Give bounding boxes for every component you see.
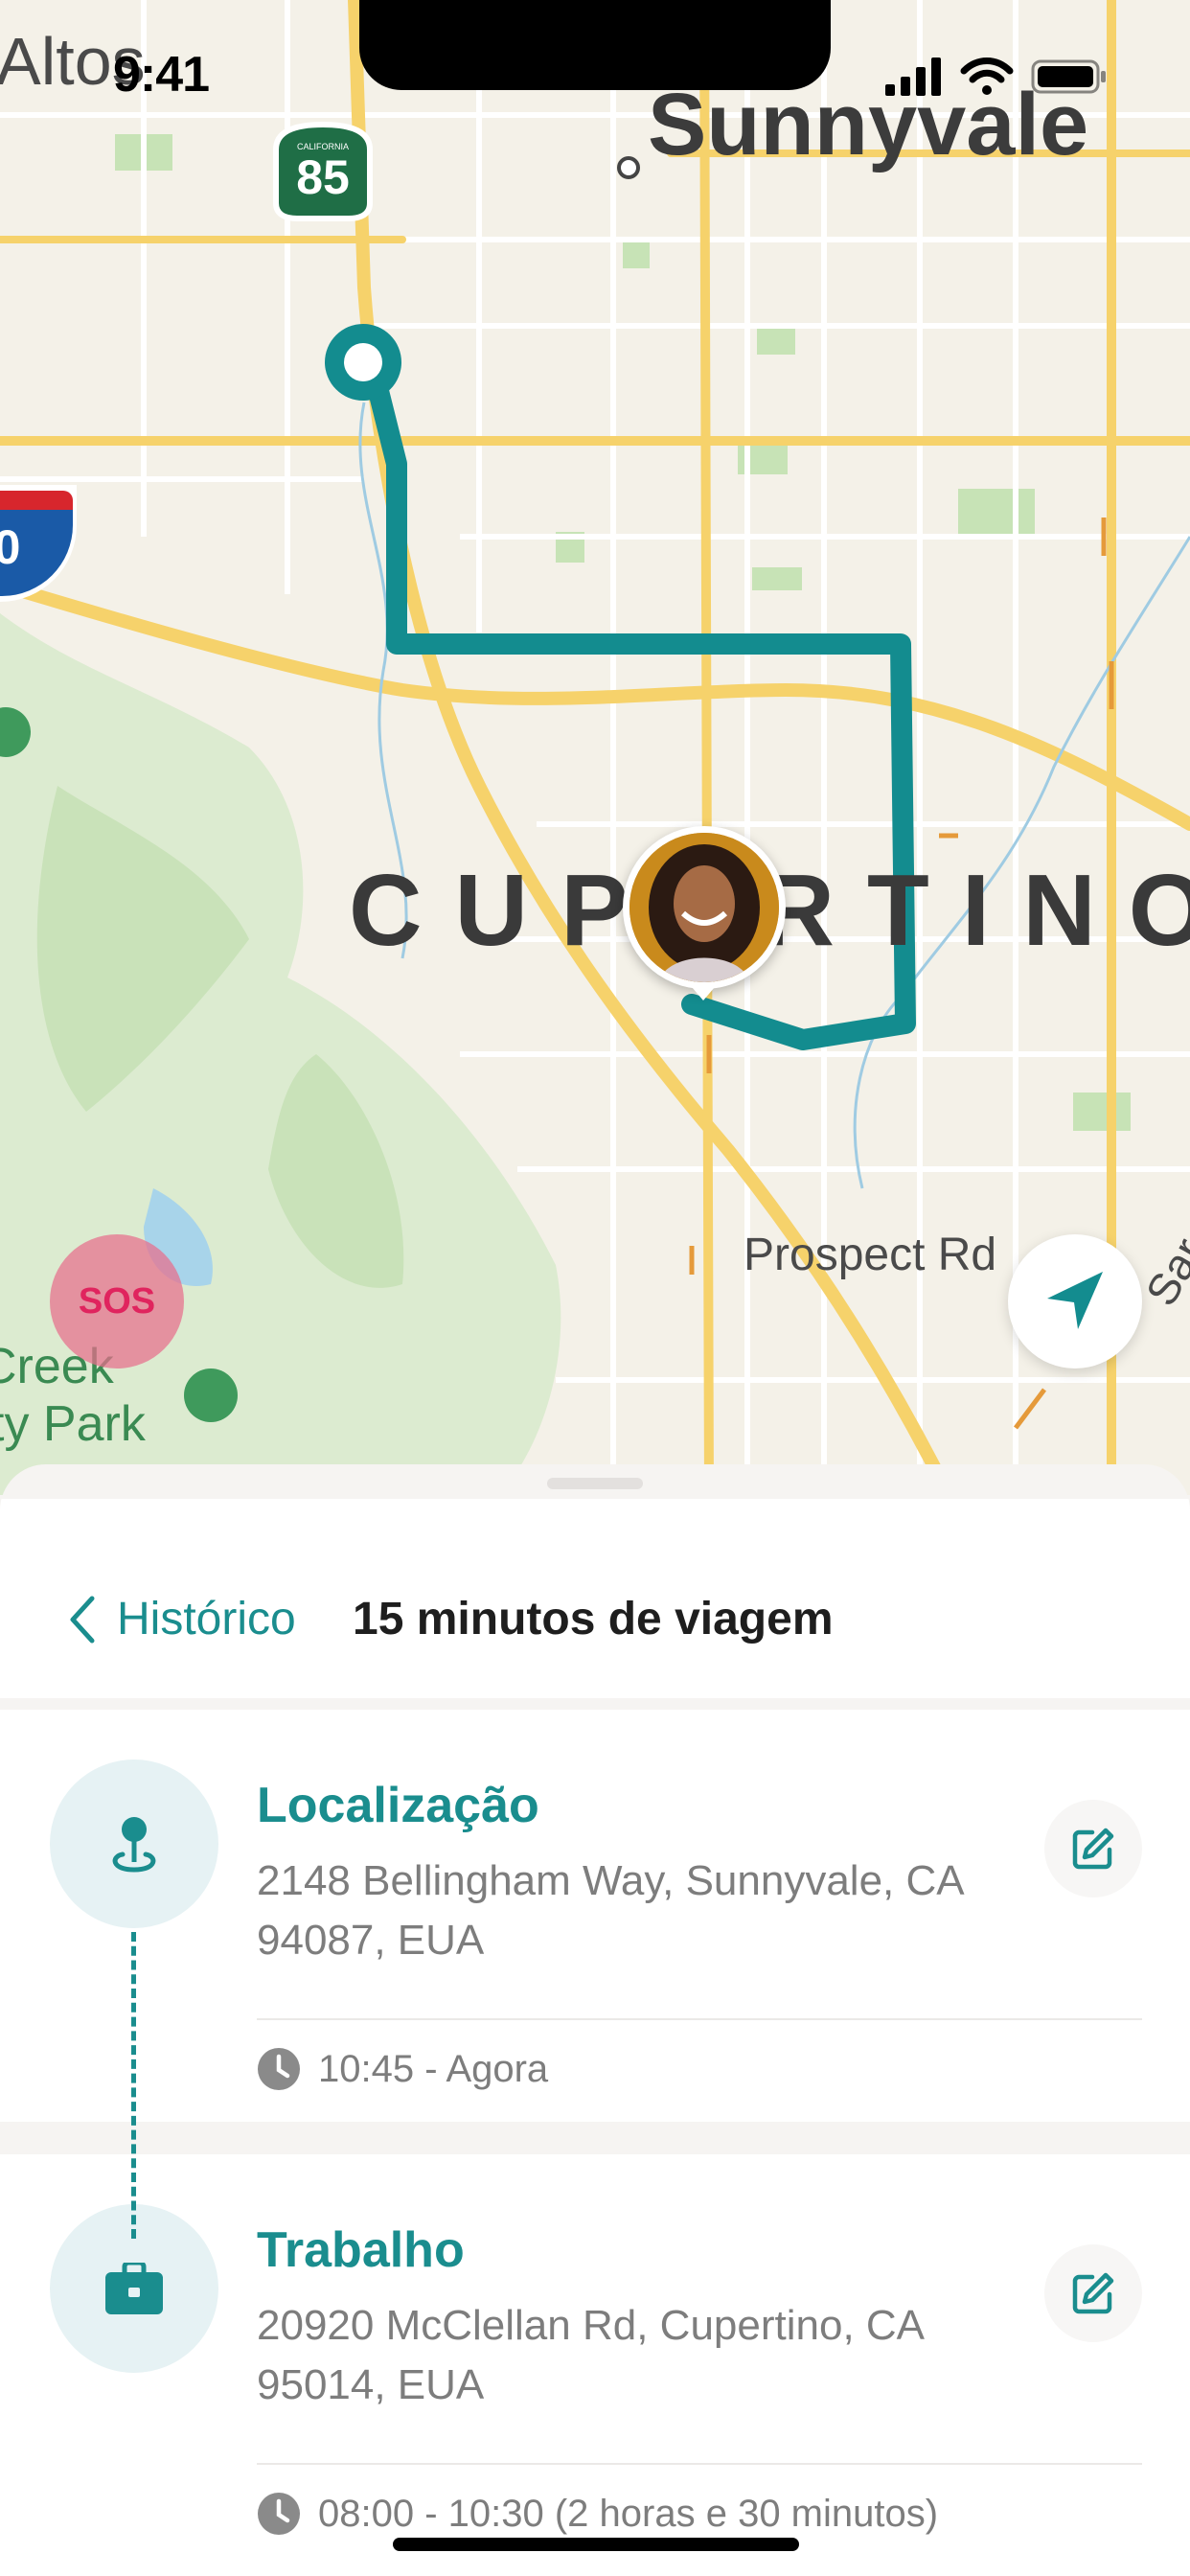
map-label-prospect-rd: Prospect Rd: [744, 1230, 997, 1280]
map-label-park: ty Park: [0, 1396, 146, 1452]
avatar: [629, 833, 779, 982]
battery-icon: [1031, 59, 1106, 94]
clock-icon: [258, 2048, 300, 2090]
chevron-left-icon: [70, 1596, 95, 1643]
status-bar-time: 9:41: [113, 47, 210, 103]
map-view[interactable]: 85 CALIFORNIA 280 Altos Sunnyvale CUPERT…: [0, 0, 1190, 1502]
highway-85-shield-icon: 85 CALIFORNIA: [268, 121, 378, 222]
stop-address: 20920 McClellan Rd, Cupertino, CA 95014,…: [257, 2302, 923, 2408]
stop-card-work[interactable]: Trabalho 20920 McClellan Rd, Cupertino, …: [0, 2154, 1190, 2576]
stop-icon-circle: [50, 1760, 218, 1928]
device-notch: [359, 0, 831, 90]
highway-85-label: CALIFORNIA: [296, 142, 349, 151]
map-canvas: [0, 0, 1190, 1502]
sos-button[interactable]: SOS: [50, 1234, 184, 1368]
stop-time-text: 08:00 - 10:30 (2 horas e 30 minutos): [318, 2492, 939, 2535]
wifi-icon: [960, 58, 1014, 95]
route-connector-line: [131, 1932, 136, 2239]
stop-divider: [257, 2018, 1142, 2020]
highway-85-number: 85: [296, 150, 350, 204]
trip-bottom-sheet: Histórico 15 minutos de viagem Localizaç…: [0, 1464, 1190, 2576]
stop-card-location[interactable]: Localização 2148 Bellingham Way, Sunnyva…: [0, 1710, 1190, 2122]
avatar-pointer-icon: [692, 987, 715, 1000]
stop-title: Trabalho: [257, 2222, 465, 2278]
interstate-280-number: 280: [0, 520, 21, 574]
edit-icon: [1072, 1828, 1114, 1870]
stop-time-text: 10:45 - Agora: [318, 2047, 549, 2090]
stop-time-row: 08:00 - 10:30 (2 horas e 30 minutos): [257, 2492, 938, 2536]
trip-duration-title: 15 minutos de viagem: [353, 1594, 834, 1644]
sheet-grabber[interactable]: [547, 1478, 643, 1489]
briefcase-icon: [105, 2263, 163, 2314]
locate-me-button[interactable]: [1008, 1234, 1142, 1368]
sheet-header: Histórico 15 minutos de viagem: [0, 1499, 1190, 1698]
stop-title: Localização: [257, 1778, 539, 1833]
interstate-280-shield-icon: 280: [0, 485, 80, 602]
cellular-signal-icon: [885, 58, 941, 96]
back-button[interactable]: Histórico: [67, 1593, 296, 1645]
user-avatar-marker[interactable]: [623, 826, 786, 989]
location-pin-icon: [112, 1817, 156, 1873]
stop-time-row: 10:45 - Agora: [257, 2047, 548, 2091]
edit-icon: [1072, 2272, 1114, 2314]
stop-address: 2148 Bellingham Way, Sunnyvale, CA 94087…: [257, 1857, 963, 1964]
clock-icon: [258, 2493, 300, 2535]
navigation-arrow-icon: [1047, 1272, 1103, 1329]
status-bar-icons: [885, 58, 1108, 96]
edit-stop-button[interactable]: [1044, 1800, 1142, 1898]
edit-stop-button[interactable]: [1044, 2244, 1142, 2342]
stop-divider: [257, 2463, 1142, 2465]
back-button-label: Histórico: [117, 1594, 296, 1644]
home-indicator[interactable]: [393, 2538, 799, 2551]
